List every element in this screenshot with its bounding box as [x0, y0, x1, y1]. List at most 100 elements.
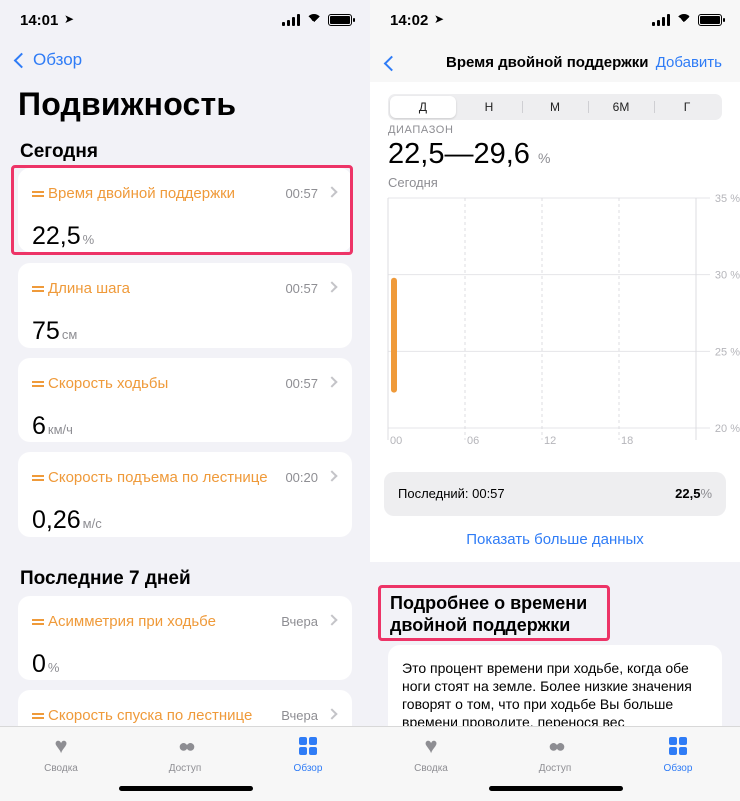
- tab-sharing[interactable]: ●● Доступ: [145, 735, 225, 774]
- tab-browse[interactable]: Обзор: [268, 735, 348, 774]
- chevron-left-icon: [383, 55, 400, 72]
- people-icon: ●●: [178, 736, 196, 756]
- location-icon: ➤: [434, 12, 445, 26]
- card-time: 00:20: [285, 470, 318, 485]
- chevron-right-icon: [326, 708, 338, 720]
- home-indicator: [489, 786, 623, 791]
- mobility-icon: [32, 711, 44, 721]
- mobility-icon: [32, 617, 44, 627]
- x-tick-label: 12: [544, 435, 556, 447]
- card-time: Вчера: [281, 614, 318, 629]
- status-time: 14:02: [390, 12, 429, 29]
- card-title: Скорость ходьбы: [48, 375, 169, 392]
- segment-day[interactable]: Д: [390, 96, 456, 118]
- wifi-icon: [306, 14, 322, 26]
- card-step-length[interactable]: Длина шага 00:57 75 см: [18, 263, 352, 348]
- tab-label: Доступ: [538, 763, 572, 774]
- chevron-right-icon: [326, 470, 338, 482]
- signal-icon: [282, 14, 300, 26]
- status-icons: [652, 14, 725, 26]
- card-value: 0%: [32, 650, 60, 678]
- period-selector: Д Н М 6М Г: [388, 94, 722, 120]
- card-time: 00:57: [285, 281, 318, 296]
- range-label: ДИАПАЗОН: [388, 124, 454, 136]
- about-text: Это процент времени при ходьбе, когда об…: [402, 660, 692, 730]
- card-value: 0,26 м/с: [32, 506, 102, 534]
- people-icon: ●●: [548, 736, 566, 756]
- section-last-7-days: Последние 7 дней: [20, 568, 191, 589]
- back-label: Обзор: [33, 50, 83, 69]
- chevron-right-icon: [326, 376, 338, 388]
- wifi-icon: [676, 14, 692, 26]
- y-tick-label: 25 %: [715, 346, 740, 358]
- chart-panel: Д Н М 6М Г ДИАПАЗОН 22,5—29,6 % Сегодня …: [370, 82, 740, 562]
- status-bar: 14:02 ➤: [370, 0, 740, 44]
- card-value: 22,5%: [32, 222, 95, 250]
- segment-week[interactable]: Н: [456, 96, 522, 118]
- x-tick-label: 18: [621, 435, 633, 447]
- card-walking-speed[interactable]: Скорость ходьбы 00:57 6 км/ч: [18, 358, 352, 442]
- segment-year[interactable]: Г: [654, 96, 720, 118]
- battery-icon: [698, 14, 725, 26]
- heart-icon: ♥: [424, 733, 438, 758]
- chart-svg: 35 % 30 % 25 % 20 % 00 06 12 18: [387, 193, 740, 447]
- tab-browse[interactable]: Обзор: [638, 735, 718, 774]
- chevron-left-icon: [13, 52, 30, 68]
- x-tick-label: 06: [467, 435, 479, 447]
- status-time: 14:01: [20, 12, 59, 29]
- nav-bar: Время двойной поддержки Добавить: [370, 44, 740, 82]
- segment-month[interactable]: М: [522, 96, 588, 118]
- double-support-screen: 14:02 ➤ Время двойной поддержки Добавить…: [370, 0, 740, 801]
- grid-icon: [669, 737, 687, 755]
- card-stair-ascent-speed[interactable]: Скорость подъема по лестнице 00:20 0,26 м…: [18, 452, 352, 537]
- mobility-icon: [32, 284, 44, 294]
- y-tick-label: 30 %: [715, 270, 740, 282]
- y-tick-label: 20 %: [715, 423, 740, 435]
- card-value: 75 см: [32, 317, 78, 345]
- show-more-data-link[interactable]: Показать больше данных: [370, 531, 740, 548]
- mobility-screen: 14:01 ➤ Обзор Подвижность Сегодня Время …: [0, 0, 370, 801]
- home-indicator: [119, 786, 253, 791]
- card-time: Вчера: [281, 708, 318, 723]
- tab-summary[interactable]: ♥ Сводка: [21, 735, 101, 775]
- status-bar: 14:01 ➤: [0, 0, 370, 44]
- page-title: Подвижность: [18, 86, 237, 122]
- status-icons: [282, 14, 355, 26]
- mobility-icon: [32, 473, 44, 483]
- segment-6-months[interactable]: 6М: [588, 96, 654, 118]
- card-walking-asymmetry[interactable]: Асимметрия при ходьбе Вчера 0%: [18, 596, 352, 680]
- chevron-right-icon: [326, 614, 338, 626]
- card-title: Длина шага: [48, 280, 130, 297]
- chart[interactable]: 35 % 30 % 25 % 20 % 00 06 12 18: [384, 192, 740, 452]
- tab-label: Доступ: [168, 763, 202, 774]
- card-value: 6 км/ч: [32, 412, 73, 440]
- card-title: Асимметрия при ходьбе: [48, 613, 216, 630]
- card-time: 00:57: [285, 376, 318, 391]
- tab-label: Обзор: [293, 763, 323, 774]
- signal-icon: [652, 14, 670, 26]
- nav-title: Время двойной поддержки: [446, 54, 649, 71]
- chevron-right-icon: [326, 281, 338, 293]
- tab-label: Обзор: [663, 763, 693, 774]
- card-title: Скорость спуска по лестнице: [48, 707, 253, 724]
- tab-summary[interactable]: ♥ Сводка: [391, 733, 471, 775]
- x-tick-label: 00: [390, 435, 402, 447]
- last-sample-value: 22,5%: [675, 486, 712, 501]
- section-today: Сегодня: [20, 141, 98, 162]
- last-sample-label: Последний: 00:57: [398, 486, 505, 501]
- card-time: 00:57: [285, 186, 318, 201]
- add-data-button[interactable]: Добавить: [656, 54, 722, 71]
- location-icon: ➤: [64, 12, 75, 26]
- tab-sharing[interactable]: ●● Доступ: [515, 735, 595, 774]
- last-sample-row[interactable]: Последний: 00:57 22,5%: [384, 472, 726, 516]
- back-button[interactable]: Обзор: [12, 50, 82, 70]
- card-double-support[interactable]: Время двойной поддержки 00:57 22,5%: [18, 168, 352, 252]
- y-tick-label: 35 %: [715, 193, 740, 205]
- back-button[interactable]: [382, 54, 400, 72]
- chevron-right-icon: [326, 186, 338, 198]
- battery-icon: [328, 14, 355, 26]
- grid-icon: [299, 737, 317, 755]
- mobility-icon: [32, 189, 44, 199]
- mobility-icon: [32, 379, 44, 389]
- about-title: Подробнее о времени двойной поддержки: [390, 593, 588, 635]
